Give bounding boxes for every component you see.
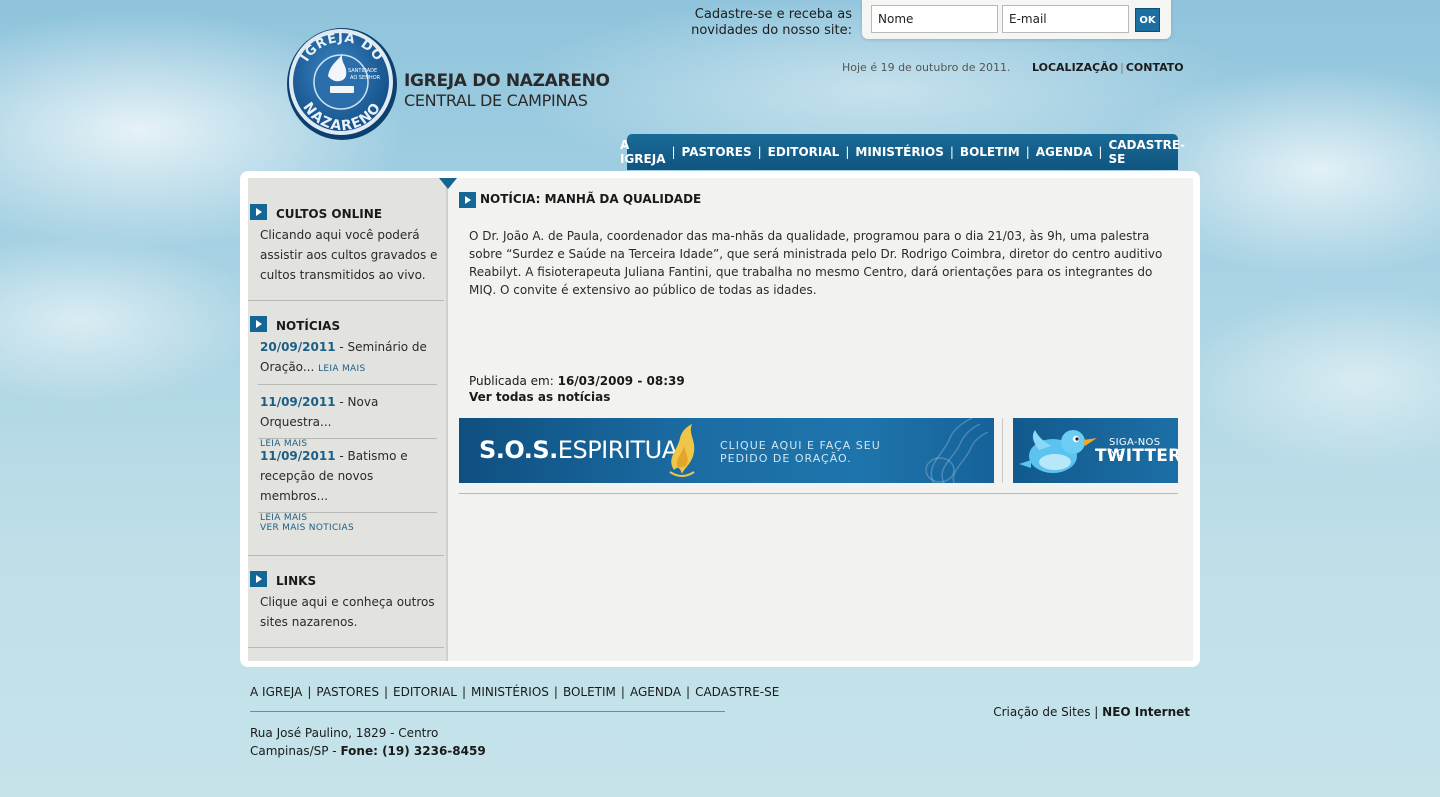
footer-nav-editorial[interactable]: EDITORIAL bbox=[393, 685, 457, 699]
footer-nav-boletim[interactable]: BOLETIM bbox=[563, 685, 616, 699]
leia-mais-link[interactable]: LEIA MAIS bbox=[318, 364, 365, 374]
footer-nav-pastores[interactable]: PASTORES bbox=[316, 685, 379, 699]
svg-text:SANTIDADE: SANTIDADE bbox=[348, 68, 377, 74]
nav-pastores[interactable]: PASTORES bbox=[682, 145, 752, 159]
sidebar-divider bbox=[248, 647, 444, 648]
nav-a-igreja[interactable]: A IGREJA bbox=[620, 138, 666, 166]
nav-editorial[interactable]: EDITORIAL bbox=[768, 145, 840, 159]
main-navigation: A IGREJA | PASTORES | EDITORIAL | MINISTÉRI… bbox=[620, 134, 1185, 170]
article-body: O Dr. João A. de Paula, coordenador das … bbox=[469, 229, 1163, 297]
banner-divider bbox=[1002, 418, 1003, 483]
news-item: 20/09/2011 - Seminário de Oração... LEIA… bbox=[260, 337, 440, 379]
top-links: LOCALIZAÇÃO | CONTATO bbox=[1032, 61, 1184, 74]
address-city: Campinas/SP - bbox=[250, 744, 341, 758]
sidebar-divider bbox=[248, 555, 444, 556]
address-city-phone: Campinas/SP - Fone: (19) 3236-8459 bbox=[250, 742, 486, 760]
news-date[interactable]: 20/09/2011 bbox=[260, 340, 336, 354]
nav-separator: | bbox=[757, 145, 762, 159]
ver-todas-noticias-link[interactable]: Ver todas as notícias bbox=[469, 390, 610, 404]
sidebar-divider bbox=[248, 300, 444, 301]
nav-boletim[interactable]: BOLETIM bbox=[960, 145, 1020, 159]
twitter-banner[interactable]: SIGA-NOS NO TWITTER bbox=[1013, 418, 1178, 483]
site-subtitle: CENTRAL DE CAMPINAS bbox=[404, 91, 588, 110]
arrow-bullet-icon bbox=[250, 316, 267, 332]
nav-separator: | bbox=[1098, 145, 1103, 159]
newsletter-submit-button[interactable]: OK bbox=[1135, 8, 1160, 32]
sos-cta-line1: CLIQUE AQUI E FAÇA SEU bbox=[720, 439, 881, 452]
decorative-flame-outline bbox=[925, 418, 989, 483]
nav-separator: | bbox=[1025, 145, 1030, 159]
links-description[interactable]: Clique aqui e conheça outros sites nazar… bbox=[260, 592, 440, 632]
name-input[interactable] bbox=[871, 5, 998, 33]
sos-espiritual-banner[interactable]: S.O.S.ESPIRITUAL CLIQUE AQUI E FAÇA SEU … bbox=[459, 418, 994, 483]
newsletter-prompt-line1: Cadastre-se e receba as bbox=[694, 7, 852, 22]
active-section-indicator bbox=[439, 178, 457, 189]
nav-agenda[interactable]: AGENDA bbox=[1036, 145, 1093, 159]
arrow-bullet-icon bbox=[250, 204, 267, 220]
news-date[interactable]: 11/09/2011 bbox=[260, 395, 336, 409]
footer-nav-separator: | bbox=[461, 685, 466, 699]
content-divider bbox=[459, 493, 1178, 494]
cultos-online-description[interactable]: Clicando aqui você poderá assistir aos c… bbox=[260, 225, 440, 285]
footer-nav-a-igreja[interactable]: A IGREJA bbox=[250, 685, 302, 699]
footer-nav-cadastre-se[interactable]: CADASTRE-SE bbox=[695, 685, 779, 699]
footer-nav-separator: | bbox=[620, 685, 625, 699]
newsletter-prompt: Cadastre-se e receba as novidades do nos… bbox=[691, 7, 852, 39]
sos-cta-line2: PEDIDO DE ORAÇÃO. bbox=[720, 452, 852, 465]
article-heading: NOTÍCIA: MANHÃ DA QUALIDADE bbox=[480, 192, 702, 206]
site-title: IGREJA DO NAZARENO bbox=[404, 71, 610, 91]
sos-title: S.O.S.ESPIRITUAL bbox=[479, 436, 691, 464]
footer-divider bbox=[250, 711, 725, 712]
published-label: Publicada em: bbox=[469, 374, 558, 388]
footer-credit: Criação de Sites | NEO Internet bbox=[993, 705, 1190, 719]
published-value: 16/03/2009 - 08:39 bbox=[557, 374, 685, 388]
news-item: 11/09/2011 - Batismo e recepção de novos… bbox=[260, 446, 440, 528]
contato-link[interactable]: CONTATO bbox=[1126, 61, 1184, 74]
twitter-line2: TWITTER bbox=[1095, 446, 1178, 466]
noticias-heading: NOTÍCIAS bbox=[276, 319, 341, 333]
leia-mais-link[interactable]: LEIA MAIS bbox=[260, 513, 307, 523]
footer-nav-separator: | bbox=[383, 685, 389, 699]
news-date[interactable]: 11/09/2011 bbox=[260, 449, 336, 463]
cultos-online-heading[interactable]: CULTOS ONLINE bbox=[276, 207, 382, 221]
address-street: Rua José Paulino, 1829 - Centro bbox=[250, 726, 439, 740]
footer-nav-separator: | bbox=[686, 685, 691, 699]
footer-address: Rua José Paulino, 1829 - Centro Campinas… bbox=[250, 724, 486, 760]
arrow-bullet-icon bbox=[250, 571, 267, 587]
email-input[interactable] bbox=[1002, 5, 1129, 33]
news-divider bbox=[258, 438, 437, 439]
nav-separator: | bbox=[949, 145, 954, 159]
church-seal-logo: IGREJA DO NAZARENO SANTIDADE AO SENHOR bbox=[287, 28, 397, 140]
nav-separator: | bbox=[671, 145, 676, 159]
footer-nav-separator: | bbox=[553, 685, 558, 699]
sos-cta: CLIQUE AQUI E FAÇA SEU PEDIDO DE ORAÇÃO. bbox=[720, 439, 881, 465]
footer-navigation: A IGREJA | PASTORES | EDITORIAL | MINISTÉRIOS |… bbox=[250, 685, 779, 699]
sos-title-bold: S.O.S. bbox=[479, 436, 558, 464]
current-date: Hoje é 19 de outubro de 2011. bbox=[842, 61, 1011, 74]
svg-text:AO SENHOR: AO SENHOR bbox=[350, 75, 381, 81]
arrow-bullet-icon bbox=[459, 192, 476, 208]
twitter-bird-icon bbox=[1019, 430, 1097, 473]
newsletter-prompt-line2: novidades do nosso site: bbox=[691, 23, 852, 38]
nav-ministerios[interactable]: MINISTÉRIOS bbox=[855, 145, 944, 159]
news-item: 11/09/2011 - Nova Orquestra... LEIA MAIS bbox=[260, 392, 440, 454]
footer-nav-separator: | bbox=[307, 685, 312, 699]
links-heading[interactable]: LINKS bbox=[276, 574, 316, 588]
credit-text-link[interactable]: Criação de Sites bbox=[993, 705, 1090, 719]
credit-company-link[interactable]: NEO Internet bbox=[1102, 705, 1190, 719]
footer-nav-agenda[interactable]: AGENDA bbox=[630, 685, 681, 699]
flame-icon bbox=[669, 424, 695, 477]
address-phone: Fone: (19) 3236-8459 bbox=[340, 744, 486, 758]
credit-separator: | bbox=[1094, 705, 1099, 719]
article-published: Publicada em: 16/03/2009 - 08:39 bbox=[469, 372, 685, 390]
news-divider bbox=[258, 384, 437, 385]
news-divider bbox=[258, 512, 437, 513]
ver-mais-noticias-link[interactable]: VER MAIS NOTICIAS bbox=[260, 523, 354, 533]
localizacao-link[interactable]: LOCALIZAÇÃO bbox=[1032, 61, 1118, 74]
footer-nav-ministerios[interactable]: MINISTÉRIOS bbox=[471, 685, 549, 699]
top-links-separator: | bbox=[1120, 61, 1124, 74]
credit-company: NEO Internet bbox=[1102, 705, 1190, 719]
nav-cadastre-se[interactable]: CADASTRE-SE bbox=[1108, 138, 1185, 166]
nav-separator: | bbox=[845, 145, 850, 159]
